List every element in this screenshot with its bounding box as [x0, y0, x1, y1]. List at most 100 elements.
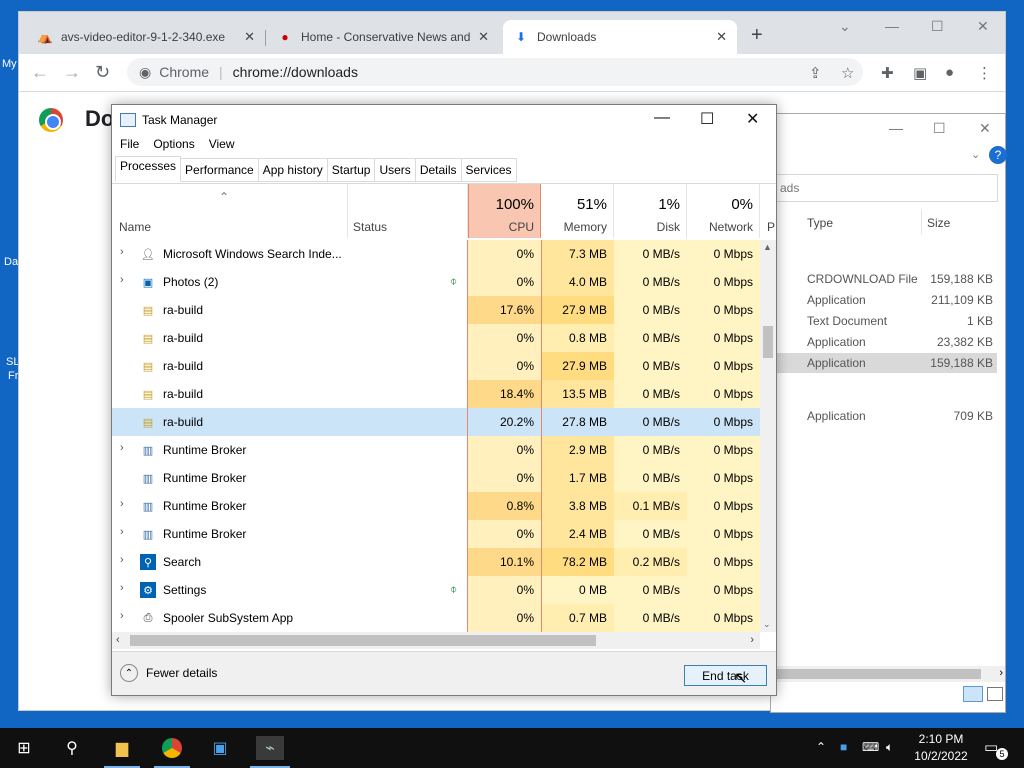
scroll-thumb[interactable] [771, 669, 981, 679]
address-bar[interactable]: ◉ Chrome | chrome://downloads [127, 58, 863, 86]
list-item[interactable]: Application 709 KB [777, 406, 997, 426]
chevron-down-icon[interactable]: ⌄ [839, 18, 851, 35]
large-icons-view-icon[interactable] [987, 687, 1003, 701]
tab-performance[interactable]: Performance [181, 158, 259, 182]
expand-chevron-icon[interactable]: › [120, 246, 124, 258]
tab-downloads[interactable]: ⬇ Downloads ✕ [503, 20, 737, 54]
horizontal-scrollbar[interactable]: › [771, 666, 1005, 682]
column-header-status[interactable]: Status [348, 184, 468, 238]
menu-kebab-icon[interactable]: ⋮ [977, 64, 992, 82]
column-header-network[interactable]: 0% Network [687, 184, 760, 238]
expand-chevron-icon[interactable]: › [120, 442, 124, 454]
table-row[interactable]: › ▥ Runtime Broker 0% 2.9 MB 0 MB/s 0 Mbps [112, 436, 760, 464]
details-view-icon[interactable] [963, 686, 983, 702]
table-row[interactable]: ▤ ra-build 0% 0.8 MB 0 MB/s 0 Mbps [112, 324, 760, 352]
tab-processes[interactable]: Processes [115, 156, 182, 182]
tab-startup[interactable]: Startup [327, 158, 376, 182]
bookmark-star-icon[interactable]: ☆ [841, 64, 854, 82]
menu-file[interactable]: File [120, 137, 139, 151]
desktop-icon-label[interactable]: My [2, 58, 17, 70]
expand-chevron-icon[interactable]: › [120, 498, 124, 510]
chrome-icon[interactable] [160, 736, 184, 760]
expand-chevron-icon[interactable]: › [120, 582, 124, 594]
scroll-down-icon[interactable]: ⌄ [763, 619, 771, 630]
tab-services[interactable]: Services [461, 158, 517, 182]
scroll-thumb[interactable] [130, 635, 596, 646]
menu-view[interactable]: View [209, 137, 235, 151]
side-panel-icon[interactable]: ▣ [913, 64, 927, 82]
desktop-icon-label[interactable]: Fr [8, 370, 18, 382]
table-row[interactable]: ▤ ra-build 18.4% 13.5 MB 0 MB/s 0 Mbps [112, 380, 760, 408]
table-row-selected[interactable]: ▤ ra-build 20.2% 27.8 MB 0 MB/s 0 Mbps [112, 408, 760, 436]
scroll-right-icon[interactable]: › [999, 667, 1003, 679]
tab-avs-download[interactable]: ⛺ avs-video-editor-9-1-2-340.exe ✕ [27, 20, 265, 54]
search-input[interactable]: ads [773, 174, 998, 202]
list-item[interactable]: CRDOWNLOAD File 159,188 KB [777, 269, 997, 289]
new-tab-icon[interactable]: + [751, 24, 763, 47]
list-item-selected[interactable]: Application 159,188 KB [777, 353, 997, 373]
list-item[interactable]: Application 211,109 KB [777, 290, 997, 310]
scroll-left-icon[interactable]: ‹ [116, 634, 120, 646]
close-tab-icon[interactable]: ✕ [716, 29, 727, 45]
minimize-icon[interactable]: — [885, 18, 899, 34]
help-icon[interactable]: ? [989, 146, 1007, 164]
share-icon[interactable]: ⇪ [809, 64, 822, 82]
expand-chevron-icon[interactable]: › [120, 610, 124, 622]
maximize-icon[interactable]: ☐ [931, 18, 944, 35]
column-header-cpu[interactable]: 100% CPU [468, 184, 541, 238]
tab-users[interactable]: Users [375, 158, 416, 182]
close-tab-icon[interactable]: ✕ [244, 29, 255, 45]
close-icon[interactable]: ✕ [977, 18, 989, 35]
column-header-power[interactable]: P [760, 184, 776, 238]
system-clock[interactable]: 2:10 PM 10/2/2022 [906, 731, 976, 765]
tab-app-history[interactable]: App history [258, 158, 328, 182]
close-tab-icon[interactable]: ✕ [478, 29, 489, 45]
maximize-icon[interactable]: ☐ [933, 120, 946, 137]
column-header-memory[interactable]: 51% Memory [541, 184, 614, 238]
network-icon[interactable]: ⌨ [862, 740, 879, 754]
back-arrow-icon[interactable]: ← [31, 62, 49, 83]
search-icon[interactable]: ⚲ [60, 736, 84, 760]
tab-conservative-news[interactable]: ● Home - Conservative News and ✕ [267, 20, 499, 54]
menu-options[interactable]: Options [153, 137, 194, 151]
extensions-puzzle-icon[interactable]: ✚ [881, 64, 894, 82]
url-text[interactable]: chrome://downloads [233, 64, 358, 80]
table-row[interactable]: › ▥ Runtime Broker 0.8% 3.8 MB 0.1 MB/s 0 Mbps [112, 492, 760, 520]
maximize-icon[interactable]: ☐ [700, 109, 714, 129]
vertical-scrollbar[interactable]: ▲ ⌄ [760, 240, 776, 632]
table-row[interactable]: › ⚙ Settings ⌽ 0% 0 MB 0 MB/s 0 Mbps [112, 576, 760, 604]
table-row[interactable]: › ▥ Runtime Broker 0% 2.4 MB 0 MB/s 0 Mbps [112, 520, 760, 548]
expand-chevron-icon[interactable]: › [120, 274, 124, 286]
table-row[interactable]: › 👤︎ Microsoft Windows Search Inde... 0% 7.3… [112, 240, 760, 268]
windows-start-icon[interactable]: ⊞ [12, 736, 36, 760]
tab-details[interactable]: Details [415, 158, 462, 182]
close-icon[interactable]: ✕ [746, 109, 759, 129]
volume-icon[interactable]: 🔈︎ [886, 740, 893, 755]
list-item[interactable]: Text Document 1 KB [777, 311, 997, 331]
chevron-down-icon[interactable]: ⌄ [971, 148, 980, 161]
fewer-details-button[interactable]: ⌃ Fewer details [120, 664, 217, 682]
file-explorer-icon[interactable]: ▆ [110, 736, 134, 760]
desktop-icon-label[interactable]: Da [4, 256, 18, 268]
expand-chevron-icon[interactable]: › [120, 526, 124, 538]
column-header-type[interactable]: Type [807, 216, 833, 230]
forward-arrow-icon[interactable]: → [63, 62, 81, 83]
table-row[interactable]: › ▣ Photos (2) ⌽ 0% 4.0 MB 0 MB/s 0 Mbps [112, 268, 760, 296]
horizontal-scrollbar[interactable]: ‹ › [112, 632, 760, 649]
installer-app-icon[interactable]: ▣ [208, 736, 232, 760]
reload-icon[interactable]: ↻ [95, 62, 110, 83]
tray-app-icon[interactable]: ■ [840, 740, 847, 754]
column-header-size[interactable]: Size [927, 216, 950, 230]
column-header-disk[interactable]: 1% Disk [614, 184, 687, 238]
scroll-right-icon[interactable]: › [750, 634, 754, 646]
profile-avatar-icon[interactable]: ● [945, 64, 954, 81]
table-row[interactable]: › ⚲ Search 10.1% 78.2 MB 0.2 MB/s 0 Mbps [112, 548, 760, 576]
scroll-up-icon[interactable]: ▲ [763, 242, 772, 252]
list-item[interactable]: Application 23,382 KB [777, 332, 997, 352]
minimize-icon[interactable]: — [654, 109, 670, 127]
task-manager-taskbar-icon[interactable]: ⌁ [256, 736, 284, 760]
title-bar[interactable]: Task Manager — ☐ ✕ [112, 105, 776, 135]
minimize-icon[interactable]: — [889, 120, 903, 136]
end-task-button[interactable]: End task [684, 665, 767, 686]
scroll-thumb[interactable] [763, 326, 773, 358]
